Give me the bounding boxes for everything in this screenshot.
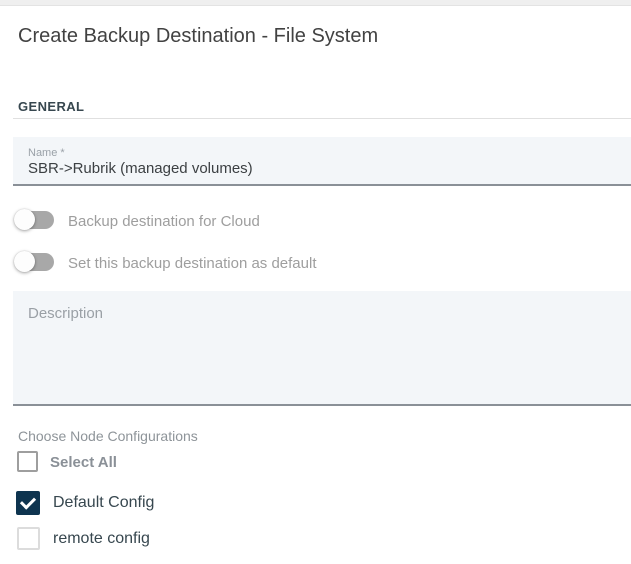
- top-divider: [0, 0, 631, 6]
- section-header-general: GENERAL: [18, 99, 84, 114]
- remote-config-label: remote config: [53, 530, 150, 548]
- default-config-checkbox[interactable]: [16, 491, 40, 515]
- toggle-thumb[interactable]: [14, 209, 35, 230]
- toggle-set-default[interactable]: [14, 251, 54, 273]
- choose-node-configurations-label: Choose Node Configurations: [18, 428, 198, 444]
- create-backup-destination-dialog: Create Backup Destination - File System …: [0, 0, 631, 564]
- name-input[interactable]: [28, 160, 621, 177]
- toggle-default-label: Set this backup destination as default: [68, 255, 317, 272]
- toggle-backup-destination-cloud[interactable]: [14, 209, 54, 231]
- select-all-label: Select All: [50, 454, 117, 471]
- checkmark-icon: [20, 493, 36, 509]
- section-divider: [13, 118, 631, 119]
- remote-config-checkbox[interactable]: [17, 527, 40, 550]
- toggle-thumb[interactable]: [14, 251, 35, 272]
- name-field[interactable]: Name *: [13, 137, 631, 186]
- select-all-checkbox[interactable]: [17, 451, 38, 472]
- description-field[interactable]: [13, 291, 631, 406]
- default-config-label: Default Config: [53, 494, 154, 512]
- dialog-title: Create Backup Destination - File System: [18, 25, 378, 48]
- toggle-cloud-label: Backup destination for Cloud: [68, 213, 260, 230]
- name-field-label: Name *: [28, 147, 65, 159]
- description-input[interactable]: [28, 305, 621, 396]
